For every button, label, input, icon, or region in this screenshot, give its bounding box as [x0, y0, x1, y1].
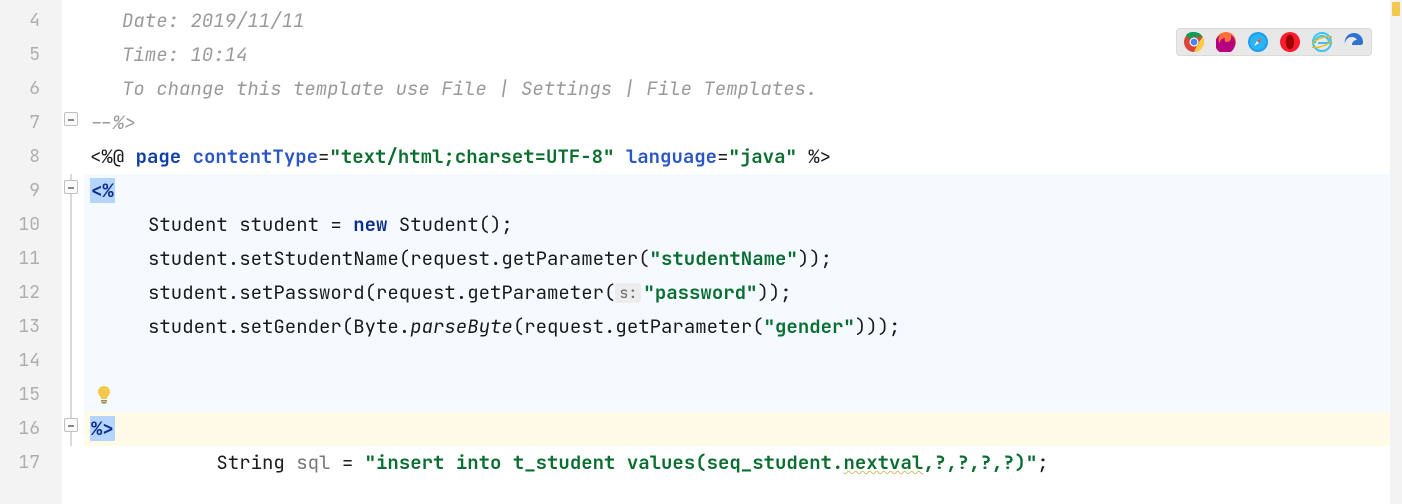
code-line[interactable]: String sql = "insert into t_student valu…: [84, 378, 1402, 412]
code-editor: 4 5 6 7 8 9 10 11 12 13 14 15 16 17 Date…: [0, 0, 1402, 504]
intention-bulb-icon[interactable]: [96, 386, 112, 404]
browser-preview-tray: [1176, 28, 1372, 56]
fold-toggle-icon[interactable]: [64, 180, 78, 194]
code-line[interactable]: [84, 446, 1402, 480]
string-literal: "studentName": [650, 246, 798, 271]
line-number[interactable]: 7: [0, 106, 62, 140]
line-number[interactable]: 4: [0, 4, 62, 38]
code-line[interactable]: <%: [84, 174, 1402, 208]
code-line[interactable]: <%@ page contentType="text/html;charset=…: [84, 140, 1402, 174]
line-number[interactable]: 17: [0, 446, 62, 480]
code-line[interactable]: Student student = new Student();: [84, 208, 1402, 242]
attr-value: "text/html;charset=UTF-8": [329, 144, 614, 169]
string-literal: "password": [643, 280, 757, 305]
attr-name: contentType: [193, 144, 318, 169]
code-line[interactable]: [84, 344, 1402, 378]
jsp-page-keyword: page: [136, 144, 182, 169]
comment-text: Time: 10:14: [122, 42, 247, 67]
string-literal: "gender": [764, 314, 855, 339]
line-number[interactable]: 8: [0, 140, 62, 174]
line-number[interactable]: 9: [0, 174, 62, 208]
fold-toggle-icon[interactable]: [64, 418, 78, 432]
firefox-icon[interactable]: [1216, 32, 1236, 52]
line-number[interactable]: 15: [0, 378, 62, 412]
fold-guide: [70, 174, 72, 446]
method-call: parseByte: [410, 314, 513, 339]
line-number-gutter: 4 5 6 7 8 9 10 11 12 13 14 15 16 17: [0, 0, 62, 504]
error-stripe[interactable]: [1390, 0, 1402, 504]
safari-icon[interactable]: [1248, 32, 1268, 52]
jsp-directive-close: %>: [797, 144, 831, 169]
comment-text: Date: 2019/11/11: [122, 8, 304, 33]
keyword-new: new: [353, 212, 387, 237]
edge-icon[interactable]: [1344, 32, 1364, 52]
line-number[interactable]: 12: [0, 276, 62, 310]
attr-name: language: [626, 144, 717, 169]
line-number[interactable]: 5: [0, 38, 62, 72]
code-line[interactable]: student.setGender(Byte.parseByte(request…: [84, 310, 1402, 344]
comment-text: To change this template use File | Setti…: [122, 76, 817, 101]
code-line[interactable]: --%>: [84, 106, 1402, 140]
comment-close: --%>: [90, 110, 136, 135]
attr-value: "java": [728, 144, 796, 169]
scriptlet-open: <%: [90, 178, 115, 203]
line-number[interactable]: 6: [0, 72, 62, 106]
fold-column: [62, 0, 84, 504]
line-number[interactable]: 10: [0, 208, 62, 242]
jsp-directive-open: <%@: [90, 144, 136, 169]
line-number[interactable]: 14: [0, 344, 62, 378]
chrome-icon[interactable]: [1184, 32, 1204, 52]
line-number[interactable]: 11: [0, 242, 62, 276]
ie-icon[interactable]: [1312, 32, 1332, 52]
code-line[interactable]: student.setPassword(request.getParameter…: [84, 276, 1402, 310]
scriptlet-close: %>: [90, 416, 115, 441]
opera-icon[interactable]: [1280, 32, 1300, 52]
line-number[interactable]: 13: [0, 310, 62, 344]
fold-toggle-icon[interactable]: [64, 112, 78, 126]
code-line[interactable]: student.setStudentName(request.getParame…: [84, 242, 1402, 276]
code-line[interactable]: %>: [84, 412, 1402, 446]
warning-marker-icon[interactable]: [1392, 2, 1400, 16]
parameter-hint: s:: [615, 283, 641, 303]
line-number[interactable]: 16: [0, 412, 62, 446]
code-line[interactable]: To change this template use File | Setti…: [84, 72, 1402, 106]
code-area[interactable]: Date: 2019/11/11 Time: 10:14 To change t…: [84, 0, 1402, 504]
